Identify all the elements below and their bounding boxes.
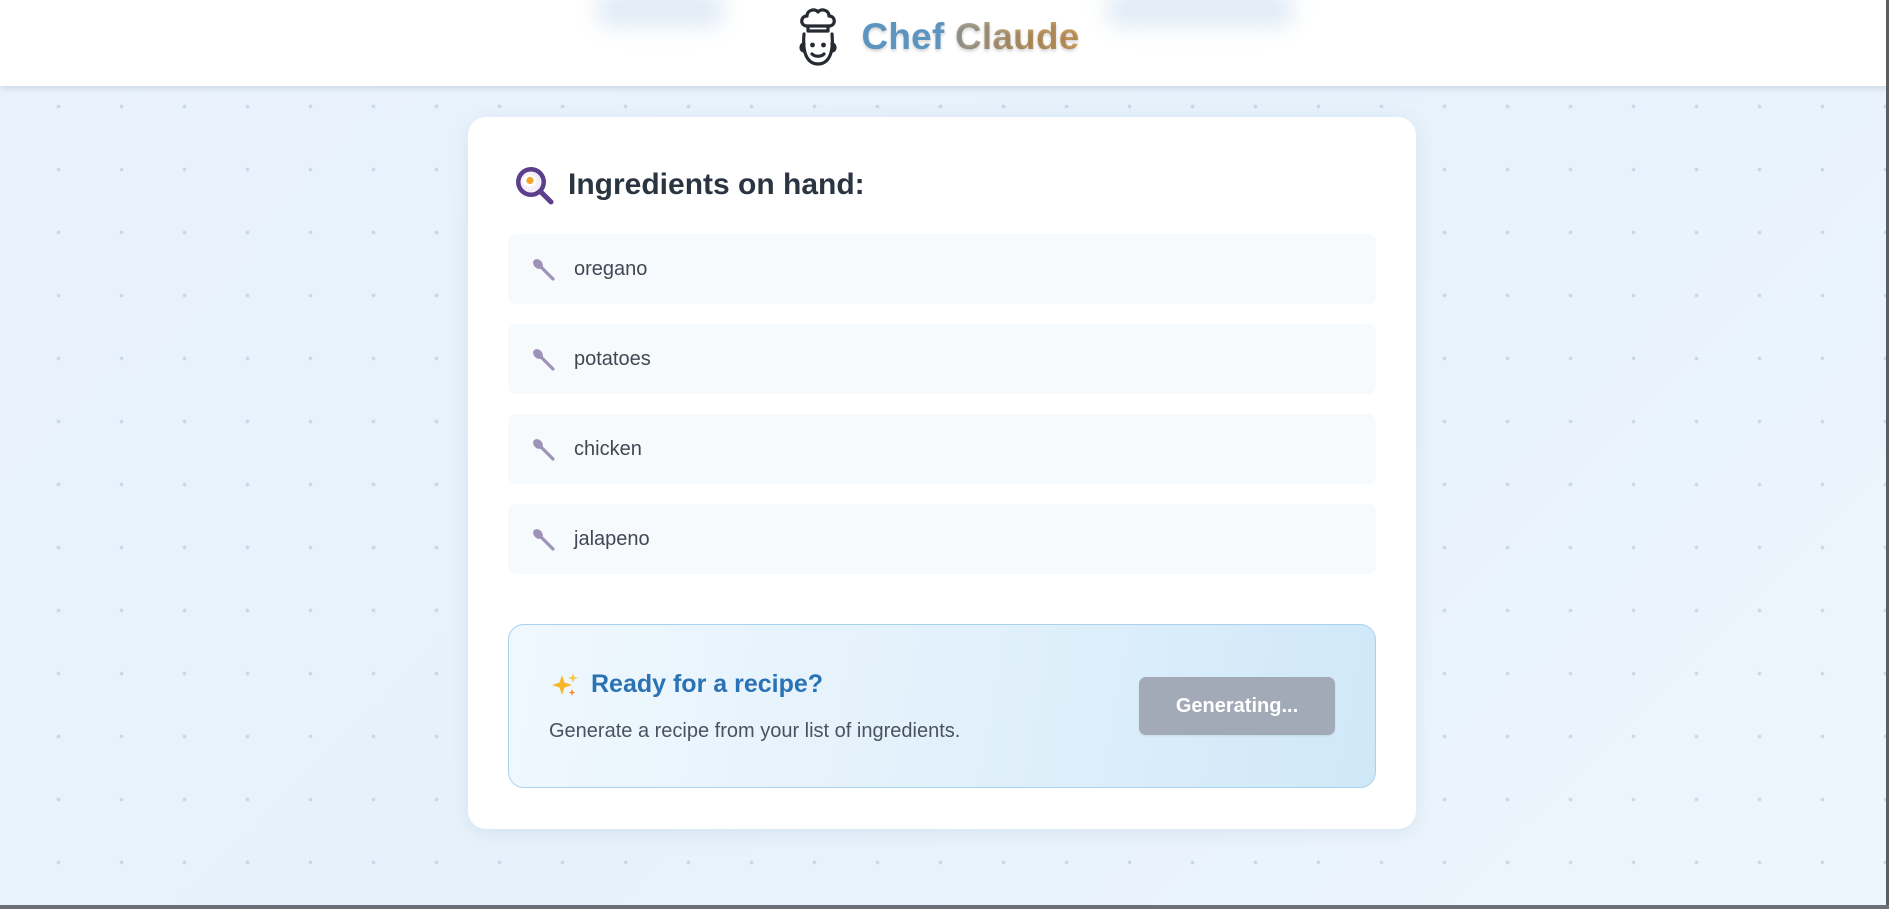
- spoon-icon: [533, 529, 555, 551]
- ingredient-item: chicken: [508, 414, 1376, 484]
- ingredient-name: potatoes: [574, 347, 651, 370]
- ingredients-card: Ingredients on hand: oregano potatoes ch…: [468, 117, 1416, 829]
- window-edge: [0, 905, 1889, 909]
- spoon-icon: [533, 259, 555, 281]
- brand-second-word: Claude: [954, 16, 1080, 57]
- ingredients-list: oregano potatoes chicken jalapeno: [508, 234, 1376, 594]
- app-header: Chef Claude: [0, 0, 1889, 86]
- frying-pan-egg-icon: [516, 167, 554, 205]
- header-blurred-element: [1105, 0, 1295, 28]
- cta-subtitle: Generate a recipe from your list of ingr…: [549, 720, 961, 742]
- generate-recipe-button[interactable]: Generating...: [1139, 677, 1335, 735]
- ingredient-name: jalapeno: [574, 527, 650, 550]
- ingredient-name: oregano: [574, 257, 648, 280]
- spoon-icon: [533, 439, 555, 461]
- ingredient-item: potatoes: [508, 324, 1376, 394]
- spoon-icon: [533, 349, 555, 371]
- brand: Chef Claude: [793, 6, 1079, 68]
- chef-hat-face-icon: [799, 8, 838, 66]
- ingredient-name: chicken: [574, 437, 642, 460]
- brand-first-word: Chef: [861, 16, 945, 57]
- app-title: Chef Claude: [861, 16, 1079, 58]
- cta-title: Ready for a recipe?: [591, 670, 824, 698]
- sparkles-icon: [552, 672, 578, 696]
- ingredient-item: oregano: [508, 234, 1376, 304]
- ingredients-title: Ingredients on hand:: [568, 168, 865, 201]
- ingredients-heading: Ingredients on hand:: [514, 165, 865, 205]
- ingredient-item: jalapeno: [508, 504, 1376, 574]
- get-recipe-panel: Ready for a recipe? Generate a recipe fr…: [508, 624, 1376, 788]
- header-blurred-element: [595, 0, 725, 28]
- cta-title-row: Ready for a recipe?: [551, 670, 823, 699]
